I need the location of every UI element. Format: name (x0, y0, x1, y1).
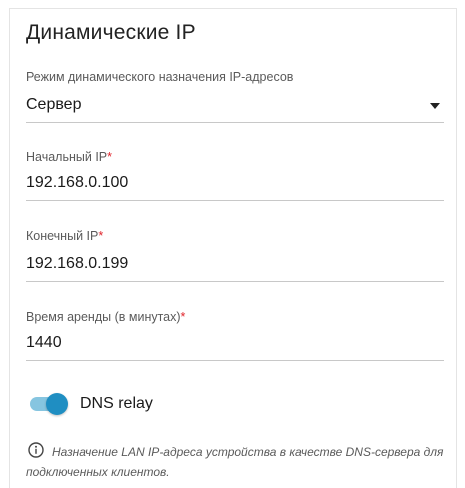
start-ip-field[interactable]: Начальный IP* 192.168.0.100 (26, 150, 444, 204)
toggle-knob[interactable] (46, 393, 68, 415)
required-mark: * (107, 150, 113, 164)
dns-relay-hint: Назначение LAN IP-адреса устройства в ка… (26, 445, 444, 479)
dns-relay-label: DNS relay (80, 395, 153, 412)
dns-relay-toggle[interactable] (30, 392, 68, 416)
end-ip-underline (26, 281, 444, 282)
lease-time-input[interactable]: 1440 (26, 334, 62, 352)
start-ip-underline (26, 200, 444, 201)
chevron-down-icon[interactable] (430, 103, 440, 109)
mode-select[interactable]: Режим динамического назначения IP-адресо… (26, 70, 444, 124)
lease-time-label: Время аренды (в минутах)* (26, 310, 186, 324)
section-title: Динамические IP (26, 21, 196, 44)
lease-time-field[interactable]: Время аренды (в минутах)* 1440 (26, 310, 444, 364)
start-ip-label: Начальный IP* (26, 150, 113, 164)
end-ip-label: Конечный IP* (26, 229, 104, 243)
dynamic-ip-panel: Динамические IP Режим динамического назн… (9, 8, 457, 488)
end-ip-input[interactable]: 192.168.0.199 (26, 255, 128, 273)
start-ip-input[interactable]: 192.168.0.100 (26, 174, 128, 192)
mode-select-label: Режим динамического назначения IP-адресо… (26, 70, 294, 84)
required-mark: * (98, 229, 104, 243)
lease-time-underline (26, 360, 444, 361)
required-mark: * (180, 310, 186, 324)
end-ip-field[interactable]: Конечный IP* 192.168.0.199 (26, 229, 444, 283)
mode-select-underline (26, 122, 444, 123)
mode-select-value[interactable]: Сервер (26, 96, 81, 114)
